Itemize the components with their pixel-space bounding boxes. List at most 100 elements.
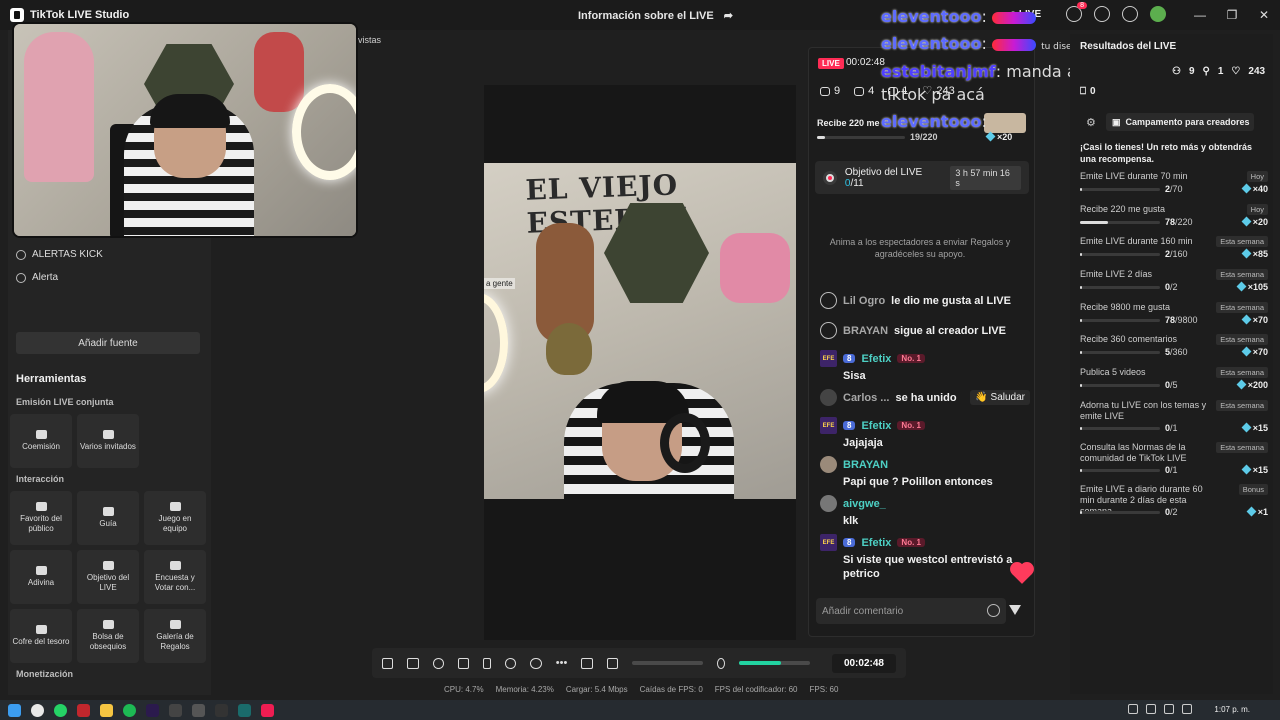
folder-icon[interactable] <box>100 703 113 717</box>
chat-username[interactable]: BRAYAN <box>843 459 888 471</box>
ai-icon[interactable] <box>432 657 445 669</box>
greet-button[interactable]: 👋 Saludar <box>970 390 1030 405</box>
link-icon <box>35 430 47 440</box>
task-count: 78/220 <box>1165 217 1193 227</box>
control-bar: ••• 00:02:48 <box>372 648 906 678</box>
task-item[interactable]: Publica 5 videos Esta semana 0/5 ×200 <box>1080 367 1268 390</box>
speaker-volume-slider[interactable] <box>632 661 704 665</box>
overlay-chat-line: eleventooo: <box>881 7 1036 26</box>
magic-icon[interactable] <box>382 657 394 669</box>
avatar[interactable]: EFE <box>820 350 837 367</box>
filter-icon[interactable] <box>1009 605 1021 615</box>
task-item[interactable]: Recibe 360 comentarios Esta semana 5/360 ×7… <box>1080 334 1268 357</box>
task-item[interactable]: Emite LIVE durante 160 min Esta semana 2/1… <box>1080 236 1268 259</box>
live-elapsed-time: 00:02:48 <box>846 57 885 68</box>
chat-username[interactable]: Efetix <box>861 420 891 432</box>
task-reward: ×40 <box>1241 183 1268 194</box>
wifi-icon[interactable] <box>1164 704 1174 714</box>
tool-label: Juego en equipo <box>158 514 192 533</box>
maximize-button[interactable]: ❐ <box>1216 0 1248 30</box>
cpu-stat: CPU: 4.7% <box>444 685 484 694</box>
app-icon[interactable] <box>192 703 205 717</box>
stream-preview[interactable]: EL VIEJO ESTEBAN a gente <box>484 85 796 640</box>
tool-juego-equipo[interactable]: Juego en equipo <box>144 491 206 545</box>
person-settings-icon[interactable]: ⚙ <box>1086 116 1096 129</box>
emoji-icon[interactable] <box>987 604 1000 617</box>
record-icon[interactable] <box>505 657 517 669</box>
chat-username[interactable]: Efetix <box>861 537 891 549</box>
comment-input[interactable]: Añadir comentario <box>816 598 1006 624</box>
avatar[interactable] <box>820 495 837 512</box>
close-button[interactable]: ✕ <box>1248 0 1280 30</box>
speaker-icon[interactable] <box>1182 704 1192 714</box>
phone-icon[interactable] <box>483 657 492 669</box>
task-item[interactable]: Recibe 9800 me gusta Esta semana 78/9800 ×7… <box>1080 302 1268 325</box>
layers-icon[interactable] <box>407 657 419 669</box>
spotify-icon[interactable] <box>123 703 136 717</box>
chat-username[interactable]: Carlos ... <box>843 392 889 404</box>
chat-username[interactable]: BRAYAN <box>843 325 888 337</box>
app-icon[interactable] <box>238 703 251 717</box>
task-item[interactable]: Recibe 220 me gusta Hoy 78/220 ×20 <box>1080 204 1268 227</box>
tool-encuesta[interactable]: Encuesta y Votar con... <box>144 550 206 604</box>
tool-cofre[interactable]: Cofre del tesoro <box>10 609 72 663</box>
task-total: /1 <box>1170 423 1178 433</box>
add-source-button[interactable]: Añadir fuente <box>16 332 200 354</box>
tool-varios-invitados[interactable]: Varios invitados <box>77 414 139 468</box>
tiktok-icon[interactable] <box>261 703 274 717</box>
tool-objetivo[interactable]: Objetivo del LIVE <box>77 550 139 604</box>
tool-galeria[interactable]: Galería de Regalos <box>144 609 206 663</box>
microphone-icon[interactable] <box>717 657 725 669</box>
gear-icon[interactable] <box>1122 6 1138 22</box>
webcam-overlay[interactable] <box>12 22 358 238</box>
task-item[interactable]: Emite LIVE durante 70 min Hoy 2/70 ×40 <box>1080 171 1268 194</box>
overlay-text: : <box>981 112 987 131</box>
whatsapp-icon[interactable] <box>54 703 67 717</box>
mic-volume-slider[interactable] <box>738 661 810 665</box>
app-icon[interactable] <box>169 703 182 717</box>
tool-label: Coemisión <box>22 442 60 452</box>
avatar[interactable]: EFE <box>820 417 837 434</box>
speaker-icon[interactable] <box>606 657 619 669</box>
heart-icon: ♡ <box>1231 66 1241 77</box>
avatar[interactable] <box>820 456 837 473</box>
avatar[interactable] <box>820 389 837 406</box>
share-icon[interactable]: ➦ <box>724 9 733 22</box>
chat-username[interactable]: Lil Ogro <box>843 295 885 307</box>
tool-favorito[interactable]: Favorito del público <box>10 491 72 545</box>
chrome-icon[interactable] <box>31 703 44 717</box>
help-icon[interactable] <box>1094 6 1110 22</box>
media-icon[interactable] <box>458 657 470 669</box>
microphone-icon[interactable] <box>1146 704 1156 714</box>
minimize-button[interactable]: — <box>1184 0 1216 30</box>
chat-username[interactable]: Efetix <box>861 353 891 365</box>
task-reward: ×70 <box>1241 314 1268 325</box>
source-item-alertas-kick[interactable]: ALERTAS KICK <box>16 249 103 260</box>
chevron-up-icon[interactable] <box>1128 704 1138 714</box>
windows-start-icon[interactable] <box>8 703 21 717</box>
task-item[interactable]: Emite LIVE 2 días Esta semana 0/2 ×105 <box>1080 269 1268 292</box>
more-icon[interactable]: ••• <box>556 657 568 669</box>
live-objective[interactable]: Objetivo del LIVE 0/11 3 h 57 min 16 s <box>815 161 1029 194</box>
tool-bolsa[interactable]: Bolsa de obsequios <box>77 609 139 663</box>
clock[interactable]: 1:07 p. m. <box>1214 705 1250 714</box>
mixer-icon[interactable] <box>581 657 593 669</box>
task-item[interactable]: Emite LIVE a diario durante 60 min duran… <box>1080 484 1268 517</box>
task-item[interactable]: Adorna tu LIVE con los temas y emite LIV… <box>1080 400 1268 433</box>
tool-guia[interactable]: Guía <box>77 491 139 545</box>
avatar[interactable] <box>1150 6 1166 22</box>
creator-camp-button[interactable]: ▣ Campamento para creadores <box>1106 113 1254 131</box>
app-icon[interactable] <box>77 703 90 717</box>
bell-icon[interactable]: 8 <box>1066 2 1087 22</box>
capcut-icon[interactable] <box>215 703 228 717</box>
source-item-alerta[interactable]: Alerta <box>16 272 58 283</box>
premiere-icon[interactable] <box>146 703 159 717</box>
avatar[interactable]: EFE <box>820 534 837 551</box>
task-count: 0/5 <box>1165 380 1178 390</box>
camera-icon[interactable] <box>530 657 542 669</box>
live-info-title[interactable]: Información sobre el LIVE ➦ <box>578 9 733 23</box>
tool-adivina[interactable]: Adivina <box>10 550 72 604</box>
task-item[interactable]: Consulta las Normas de la comunidad de T… <box>1080 442 1268 475</box>
chat-username[interactable]: aivgwe_ <box>843 498 886 510</box>
tool-coemision[interactable]: Coemisión <box>10 414 72 468</box>
